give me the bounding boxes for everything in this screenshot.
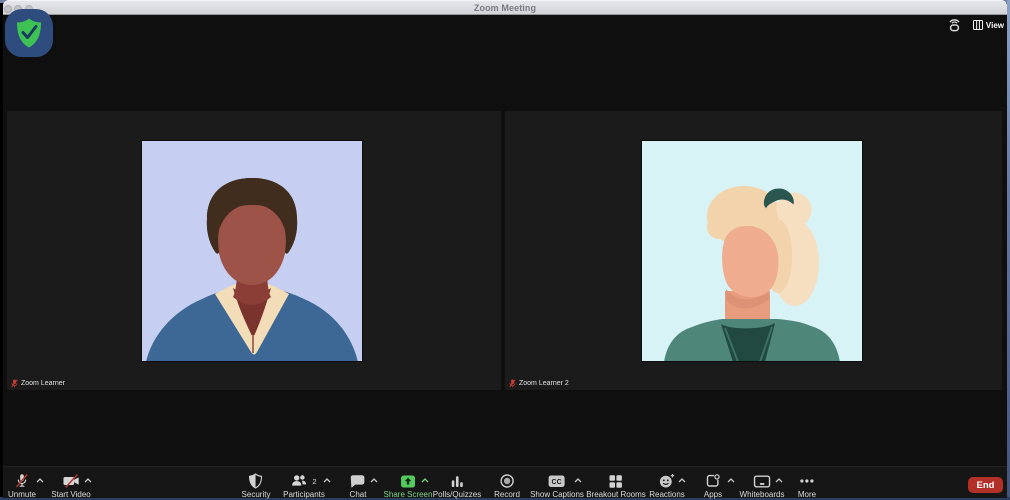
svg-text:CC: CC	[552, 479, 562, 486]
